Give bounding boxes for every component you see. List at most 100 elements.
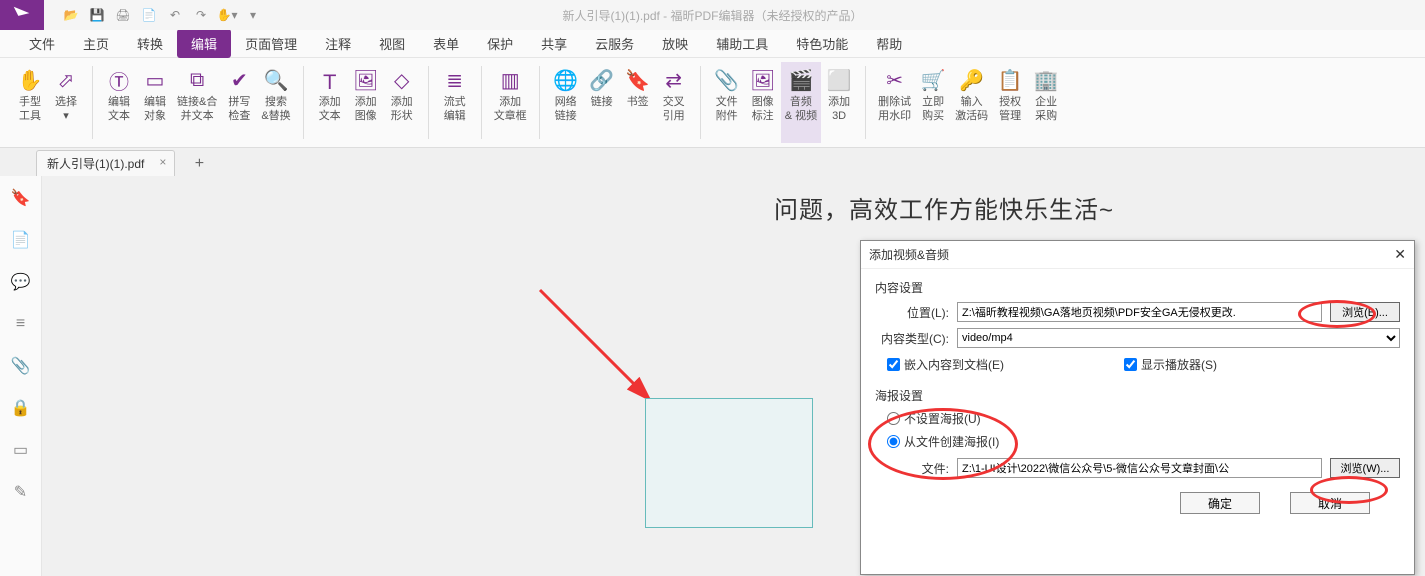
tab-annotate[interactable]: 注释: [311, 29, 365, 58]
content-type-select[interactable]: video/mp4: [957, 328, 1400, 348]
content-type-label: 内容类型(C):: [875, 330, 957, 347]
image-annot-button[interactable]: 🖼图像标注: [745, 62, 781, 143]
add-text-button[interactable]: Ｔ添加文本: [312, 62, 348, 143]
poster-settings-label: 海报设置: [875, 387, 1400, 404]
document-tab-label: 新人引导(1)(1).pdf: [47, 157, 144, 171]
location-label: 位置(L):: [875, 304, 957, 321]
more-icon[interactable]: ▾: [241, 3, 265, 27]
tab-features[interactable]: 特色功能: [782, 29, 862, 58]
tab-present[interactable]: 放映: [648, 29, 702, 58]
search-replace-button[interactable]: 🔍搜索&替换: [257, 62, 294, 143]
new-icon[interactable]: 📄: [137, 3, 161, 27]
del-watermark-button[interactable]: ✂删除试用水印: [874, 62, 915, 143]
audio-video-button[interactable]: 🎬音频& 视频: [781, 62, 821, 143]
cursor-icon: ⬀: [52, 66, 80, 94]
print-icon[interactable]: 🖨: [111, 3, 135, 27]
tab-cloud[interactable]: 云服务: [581, 29, 648, 58]
browse-file-button[interactable]: 浏览(W)...: [1330, 458, 1400, 478]
document-tab[interactable]: 新人引导(1)(1).pdf ×: [36, 150, 175, 176]
ribbon: ✋手型工具 ⬀选择▾ Ⓣ编辑文本 ▭编辑对象 ⧉链接&合并文本 ✔拼写检查 🔍搜…: [0, 58, 1425, 148]
building-icon: 🏢: [1032, 66, 1060, 94]
activation-button[interactable]: 🔑输入激活码: [951, 62, 992, 143]
tab-file[interactable]: 文件: [15, 29, 69, 58]
layers-panel-icon[interactable]: ≡: [9, 312, 33, 336]
select-button[interactable]: ⬀选择▾: [48, 62, 84, 143]
quick-access-toolbar: 📂 💾 🖨 📄 ↶ ↷ ✋▾ ▾: [44, 3, 265, 27]
tab-convert[interactable]: 转换: [123, 29, 177, 58]
spell-icon: ✔: [225, 66, 253, 94]
no-poster-radio[interactable]: 不设置海报(U): [887, 410, 1400, 427]
tab-edit[interactable]: 编辑: [177, 29, 231, 58]
cube-icon: ⬜: [825, 66, 853, 94]
web-link-button[interactable]: 🌐网络链接: [548, 62, 584, 143]
hand-tool-button[interactable]: ✋手型工具: [12, 62, 48, 143]
dialog-title: 添加视频&音频: [869, 246, 949, 263]
license-button[interactable]: 📋授权管理: [992, 62, 1028, 143]
edit-object-button[interactable]: ▭编辑对象: [137, 62, 173, 143]
tab-page-manage[interactable]: 页面管理: [231, 29, 311, 58]
buy-button[interactable]: 🛒立即购买: [915, 62, 951, 143]
open-icon[interactable]: 📂: [59, 3, 83, 27]
show-player-checkbox[interactable]: 显示播放器(S): [1124, 356, 1217, 373]
document-tabs: 新人引导(1)(1).pdf × +: [0, 148, 1425, 176]
add-shape-button[interactable]: ◇添加形状: [384, 62, 420, 143]
attachments-panel-icon[interactable]: 📎: [9, 354, 33, 378]
add-image-icon: 🖼: [352, 66, 380, 94]
article-icon: ▥: [496, 66, 524, 94]
add-article-button[interactable]: ▥添加文章框: [490, 62, 531, 143]
add-3d-button[interactable]: ⬜添加3D: [821, 62, 857, 143]
close-tab-icon[interactable]: ×: [159, 155, 166, 169]
app-logo: [0, 0, 44, 30]
comments-panel-icon[interactable]: 💬: [9, 270, 33, 294]
tab-view[interactable]: 视图: [365, 29, 419, 58]
page-headline: 问题，高效工作方能快乐生活~: [774, 190, 1114, 225]
left-sidebar: 🔖 📄 💬 ≡ 📎 🔒 ▭ ✎: [0, 176, 42, 576]
add-tab-button[interactable]: +: [187, 152, 211, 176]
form-panel-icon[interactable]: ▭: [9, 438, 33, 462]
link-merge-button[interactable]: ⧉链接&合并文本: [173, 62, 221, 143]
window-title: 新人引导(1)(1).pdf - 福昕PDF编辑器（未经授权的产品）: [562, 7, 862, 24]
link-button[interactable]: 🔗链接: [584, 62, 620, 143]
tab-help[interactable]: 帮助: [862, 29, 916, 58]
watermark-icon: ✂: [881, 66, 909, 94]
bookmark-icon: 🔖: [624, 66, 652, 94]
add-text-icon: Ｔ: [316, 66, 344, 94]
cancel-button[interactable]: 取消: [1290, 492, 1370, 514]
tab-accessibility[interactable]: 辅助工具: [702, 29, 782, 58]
security-panel-icon[interactable]: 🔒: [9, 396, 33, 420]
tab-share[interactable]: 共享: [527, 29, 581, 58]
file-input[interactable]: [957, 458, 1322, 478]
bookmark-button[interactable]: 🔖书签: [620, 62, 656, 143]
flow-edit-button[interactable]: ≣流式编辑: [437, 62, 473, 143]
browse-location-button[interactable]: 浏览(B)...: [1330, 302, 1400, 322]
video-placeholder-box[interactable]: [645, 398, 813, 528]
undo-icon[interactable]: ↶: [163, 3, 187, 27]
edit-text-button[interactable]: Ⓣ编辑文本: [101, 62, 137, 143]
cart-icon: 🛒: [919, 66, 947, 94]
spell-check-button[interactable]: ✔拼写检查: [221, 62, 257, 143]
flow-icon: ≣: [441, 66, 469, 94]
location-input[interactable]: [957, 302, 1322, 322]
tab-form[interactable]: 表单: [419, 29, 473, 58]
redo-icon[interactable]: ↷: [189, 3, 213, 27]
dialog-close-icon[interactable]: ✕: [1394, 246, 1406, 263]
signature-panel-icon[interactable]: ✎: [9, 480, 33, 504]
cross-ref-button[interactable]: ⇄交叉引用: [656, 62, 692, 143]
hand-icon[interactable]: ✋▾: [215, 3, 239, 27]
save-icon[interactable]: 💾: [85, 3, 109, 27]
pages-panel-icon[interactable]: 📄: [9, 228, 33, 252]
edit-text-icon: Ⓣ: [105, 66, 133, 94]
ok-button[interactable]: 确定: [1180, 492, 1260, 514]
tab-protect[interactable]: 保护: [473, 29, 527, 58]
tab-home[interactable]: 主页: [69, 29, 123, 58]
menu-tabs: 文件 主页 转换 编辑 页面管理 注释 视图 表单 保护 共享 云服务 放映 辅…: [0, 30, 1425, 58]
add-image-button[interactable]: 🖼添加图像: [348, 62, 384, 143]
title-bar: 📂 💾 🖨 📄 ↶ ↷ ✋▾ ▾ 新人引导(1)(1).pdf - 福昕PDF编…: [0, 0, 1425, 30]
from-file-radio[interactable]: 从文件创建海报(I): [887, 433, 1400, 450]
image-annot-icon: 🖼: [749, 66, 777, 94]
enterprise-button[interactable]: 🏢企业采购: [1028, 62, 1064, 143]
bookmark-panel-icon[interactable]: 🔖: [9, 186, 33, 210]
file-label: 文件:: [875, 460, 957, 477]
embed-checkbox[interactable]: 嵌入内容到文档(E): [887, 356, 1004, 373]
file-attach-button[interactable]: 📎文件附件: [709, 62, 745, 143]
